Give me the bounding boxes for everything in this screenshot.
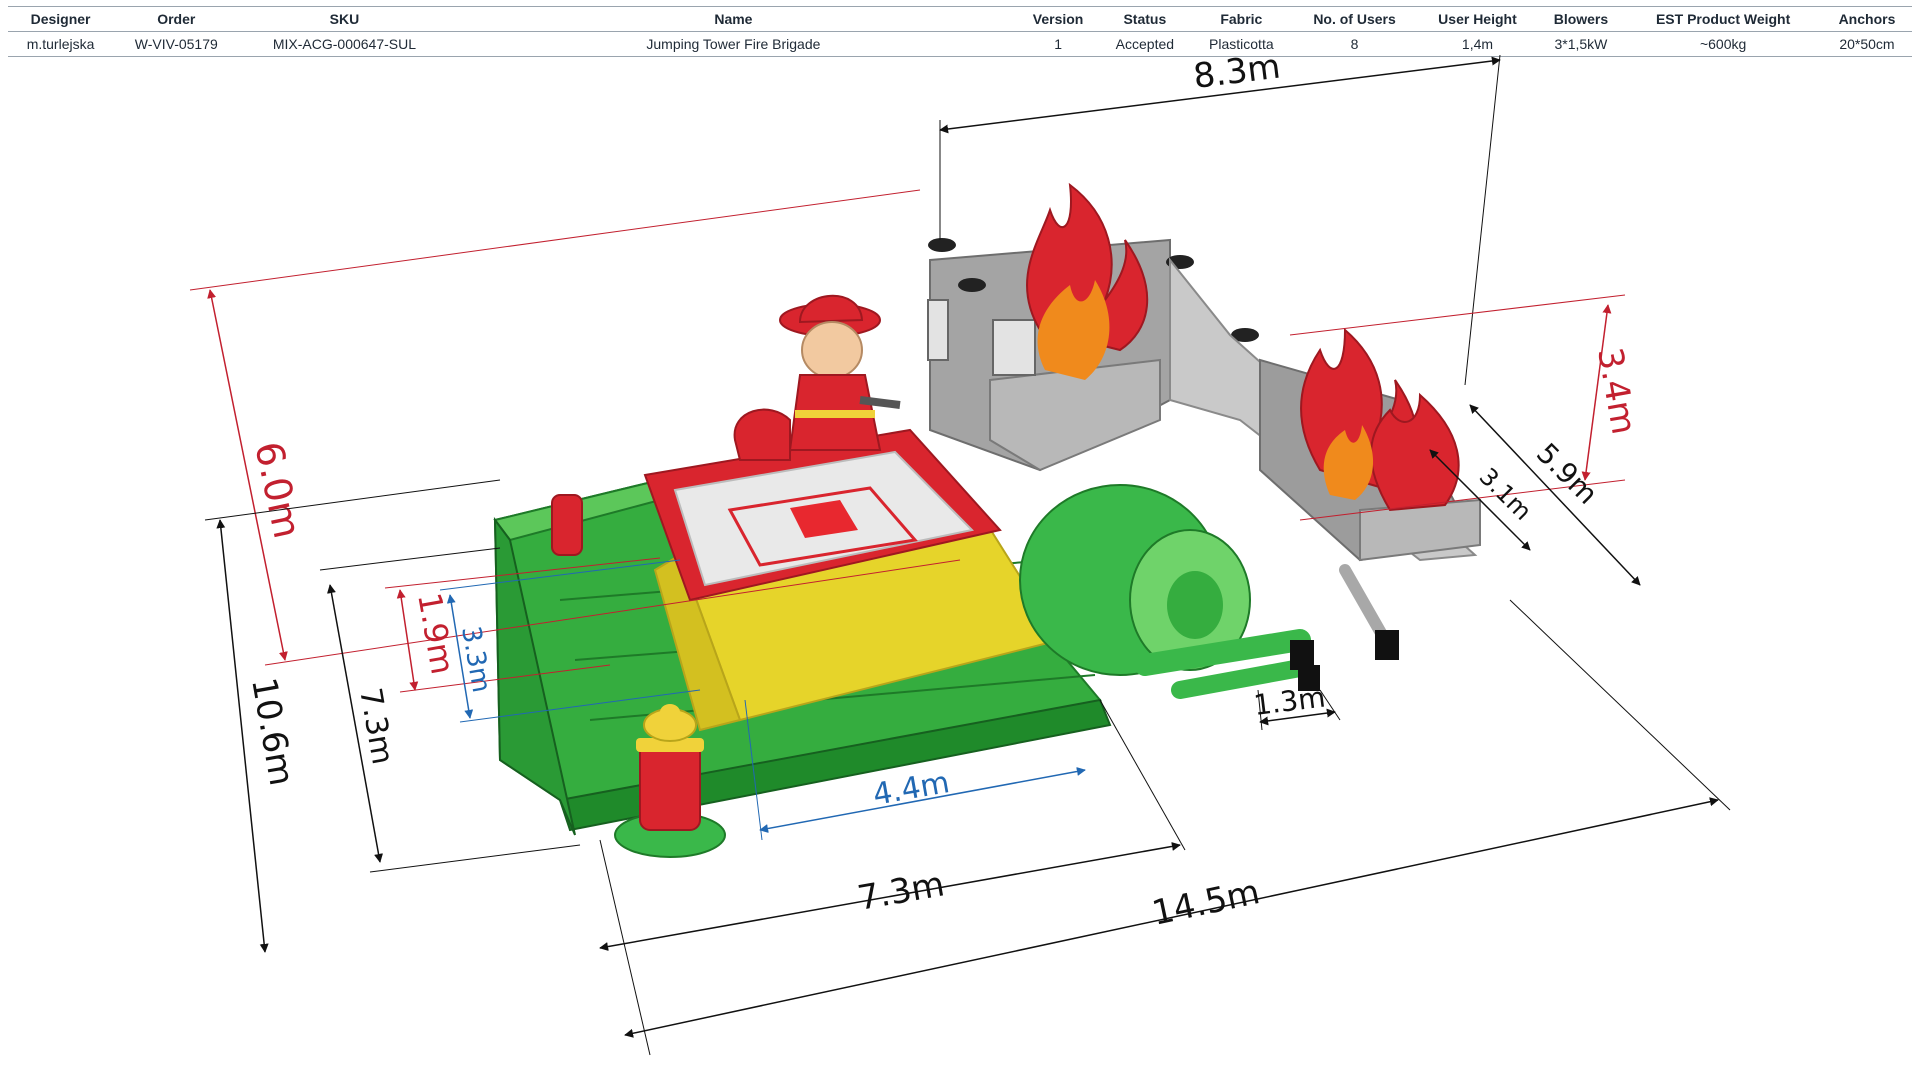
header-order: Order (113, 6, 240, 32)
header-status: Status (1098, 6, 1191, 32)
spec-table-header-row: Designer Order SKU Name Version Status F… (8, 6, 1912, 32)
fireman-face (801, 321, 863, 379)
header-weight: EST Product Weight (1624, 6, 1822, 32)
fireman-belt (795, 410, 875, 418)
dim-guide (319, 547, 501, 571)
header-anchors: Anchors (1821, 6, 1912, 32)
dim-guide (369, 844, 581, 873)
dim-label-jump-red: 1.9m (410, 590, 462, 677)
dim-label-total-width: 6.0m (246, 438, 309, 542)
dim-guide (1099, 699, 1186, 851)
dim-label-side-depth: 5.9m (1530, 437, 1604, 511)
header-fabric: Fabric (1190, 6, 1292, 32)
tower-window (992, 319, 1036, 376)
roller-hub (1167, 571, 1223, 639)
dim-label-front-length: 7.3m (855, 864, 948, 919)
hydrant-top (660, 704, 680, 720)
dim-label-top-width: 8.3m (1191, 50, 1282, 97)
tower-post-cap (958, 278, 986, 292)
product-render: 8.3m 3.4m 5.9m 3.1m 6.0m 10.6m 7.3m 1.9m (189, 50, 1731, 1056)
dim-label-inner-depth: 3.1m (1474, 462, 1537, 525)
fire-extinguisher (733, 408, 791, 461)
red-bollard (551, 494, 583, 556)
dim-guide (599, 839, 651, 1056)
header-users: No. of Users (1291, 6, 1418, 32)
tower-post-cap (928, 238, 956, 252)
dim-guide (189, 189, 921, 291)
header-name: Name (449, 6, 1018, 32)
header-designer: Designer (8, 6, 114, 32)
dim-label-jump-length: 4.4m (870, 765, 952, 813)
dim-label-total-length: 14.5m (1149, 872, 1264, 934)
fireman-figure (733, 294, 901, 461)
dim-label-front-depth: 7.3m (352, 685, 400, 767)
header-user-height: User Height (1417, 6, 1538, 32)
hydrant-body (639, 739, 701, 831)
fireman-hat-crown (798, 294, 864, 324)
header-sku: SKU (239, 6, 450, 32)
dim-label-blower-gap: 1.3m (1252, 680, 1327, 722)
dim-guide (1289, 294, 1626, 336)
blower-unit (1375, 630, 1399, 660)
blower-hose (1339, 564, 1391, 646)
tower-window (927, 299, 949, 361)
header-version: Version (1017, 6, 1099, 32)
header-blowers: Blowers (1537, 6, 1625, 32)
dim-guide (1464, 54, 1501, 386)
dim-label-tower-height: 3.4m (1589, 345, 1644, 438)
dim-guide (1509, 599, 1731, 811)
dim-label-left-depth: 10.6m (243, 675, 301, 789)
fire-hose-nozzle (859, 396, 901, 409)
